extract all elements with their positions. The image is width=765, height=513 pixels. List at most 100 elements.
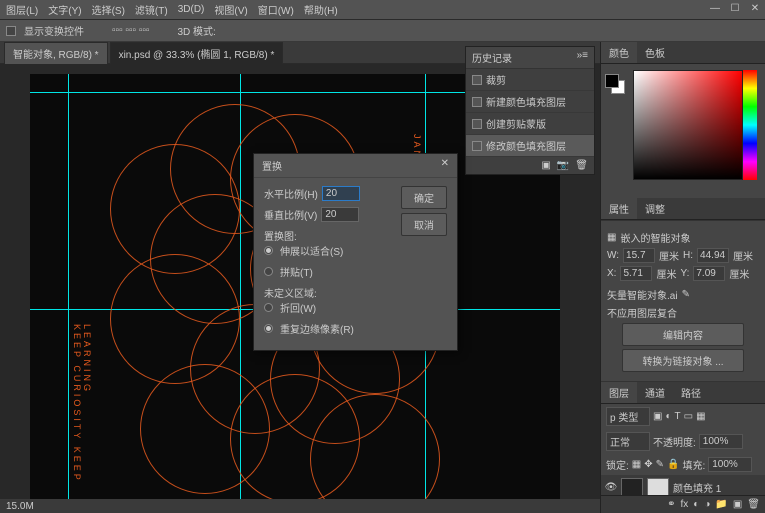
tab-paths[interactable]: 路径 (673, 382, 709, 403)
history-menu-icon[interactable]: »≡ (577, 50, 588, 65)
camera-icon[interactable]: 📷 (557, 160, 569, 171)
convert-link-button[interactable]: 转换为链接对象 ... (622, 349, 744, 372)
history-item[interactable]: 裁剪 (466, 69, 594, 91)
mask-thumb (647, 478, 669, 495)
properties-panel: ▦嵌入的智能对象 W:厘米 H:厘米 X:厘米 Y:厘米 矢量智能对象.ai✎ … (601, 220, 765, 381)
fill-input[interactable]: 100% (708, 457, 752, 472)
menu-view[interactable]: 视图(V) (214, 2, 247, 17)
menu-select[interactable]: 选择(S) (92, 2, 125, 17)
lock-pixel-icon[interactable]: ✎ (656, 459, 664, 470)
status-bar: 15.0M (0, 499, 600, 513)
transform-checkbox[interactable] (6, 26, 16, 36)
group-icon[interactable]: 📁 (715, 499, 727, 510)
color-picker (601, 64, 765, 198)
displace-map-label: 置换图: (264, 228, 393, 243)
doc-tab-1[interactable]: 智能对象, RGB/8) * (4, 42, 108, 64)
history-step-icon (472, 119, 482, 129)
object-type: 嵌入的智能对象 (620, 230, 690, 245)
object-type-icon: ▦ (607, 232, 616, 243)
ok-button[interactable]: 确定 (401, 186, 447, 209)
filter-select[interactable]: p 类型 (606, 407, 650, 426)
filter-text-icon[interactable]: T (675, 411, 681, 422)
comp-note: 不应用图层复合 (607, 305, 677, 320)
eye-icon[interactable]: 👁 (605, 481, 617, 493)
stretch-radio[interactable] (264, 246, 273, 255)
filter-pixel-icon[interactable]: ▣ (653, 411, 662, 422)
dialog-close-icon[interactable]: ✕ (441, 158, 449, 173)
history-item[interactable]: 创建剪贴蒙版 (466, 113, 594, 135)
mask-icon[interactable]: ◐ (693, 499, 699, 510)
filter-smart-icon[interactable]: ▦ (696, 411, 705, 422)
tab-adjust[interactable]: 调整 (637, 198, 673, 219)
undefined-label: 未定义区域: (264, 285, 393, 300)
menu-text[interactable]: 文字(Y) (48, 2, 81, 17)
trash-icon[interactable]: 🗑 (575, 160, 588, 171)
repeat-radio[interactable] (264, 324, 273, 333)
snapshot-icon[interactable]: ▣ (541, 160, 550, 171)
cancel-button[interactable]: 取消 (401, 213, 447, 236)
maximize-button[interactable]: ☐ (729, 2, 741, 14)
dialog-title: 置换 (262, 158, 282, 173)
hscale-label: 水平比例(H) (264, 186, 318, 201)
linked-file: 矢量智能对象.ai (607, 287, 678, 302)
menu-bar: 图层(L) 文字(Y) 选择(S) 滤镜(T) 3D(D) 视图(V) 窗口(W… (0, 0, 765, 20)
y-input[interactable] (693, 266, 725, 281)
width-input[interactable] (623, 248, 655, 263)
link-icon[interactable]: ⚭ (667, 499, 675, 510)
x-input[interactable] (620, 266, 652, 281)
right-panels: 颜色 色板 属性 调整 ▦嵌入的智能对象 W:厘米 H:厘米 X:厘米 Y:厘米… (600, 42, 765, 513)
color-field[interactable] (633, 70, 743, 180)
new-layer-icon[interactable]: ▣ (733, 499, 742, 510)
history-item[interactable]: 新建颜色填充图层 (466, 91, 594, 113)
filter-shape-icon[interactable]: ▭ (684, 411, 693, 422)
history-panel: 历史记录 »≡ 裁剪 新建颜色填充图层 创建剪贴蒙版 修改颜色填充图层 ▣ 📷 … (465, 46, 595, 175)
adjust-icon[interactable]: ◑ (704, 499, 710, 510)
transform-label: 显示变换控件 (24, 23, 84, 38)
opacity-input[interactable]: 100% (699, 434, 743, 449)
menu-3d[interactable]: 3D(D) (178, 4, 205, 15)
history-title: 历史记录 (472, 50, 512, 65)
height-input[interactable] (697, 248, 729, 263)
lock-all-icon[interactable]: ▦ (632, 459, 641, 470)
menu-help[interactable]: 帮助(H) (304, 2, 338, 17)
hscale-input[interactable] (322, 186, 360, 201)
close-button[interactable]: ✕ (749, 2, 761, 14)
lock-pos-icon[interactable]: ✥ (644, 459, 652, 470)
lock-label: 锁定: (606, 457, 629, 472)
status-size: 15.0M (6, 501, 34, 512)
fx-icon[interactable]: fx (681, 499, 689, 510)
foreground-swatch[interactable] (605, 74, 619, 88)
history-step-icon (472, 97, 482, 107)
layers-panel: 图层 通道 路径 p 类型 ▣ ◐ T ▭ ▦ 正常 不透明度: 100% 锁定… (601, 381, 765, 513)
canvas-text-left: KEEP CURIOSITY KEEP LEARNING (72, 324, 92, 499)
fill-label: 填充: (682, 457, 705, 472)
edit-content-button[interactable]: 编辑内容 (622, 323, 744, 346)
opacity-label: 不透明度: (653, 434, 696, 449)
menu-window[interactable]: 窗口(W) (258, 2, 294, 17)
tab-properties[interactable]: 属性 (601, 198, 637, 219)
history-item[interactable]: 修改颜色填充图层 (466, 135, 594, 157)
tab-swatches[interactable]: 色板 (637, 42, 673, 63)
menu-filter[interactable]: 滤镜(T) (135, 2, 168, 17)
hue-slider[interactable] (743, 70, 757, 180)
tab-color[interactable]: 颜色 (601, 42, 637, 63)
doc-tab-2[interactable]: xin.psd @ 33.3% (椭圆 1, RGB/8) * (110, 42, 284, 64)
edit-icon[interactable]: ✎ (682, 289, 690, 300)
menu-layer[interactable]: 图层(L) (6, 2, 38, 17)
delete-icon[interactable]: 🗑 (747, 499, 760, 510)
tab-channels[interactable]: 通道 (637, 382, 673, 403)
layer-row[interactable]: 👁 颜色填充 1 (601, 475, 765, 495)
tile-radio[interactable] (264, 267, 273, 276)
history-step-icon (472, 75, 482, 85)
layer-name: 颜色填充 1 (673, 480, 721, 495)
blend-select[interactable]: 正常 (606, 432, 650, 451)
mode-label: 3D 模式: (177, 23, 215, 38)
lock-icon[interactable]: 🔒 (667, 459, 679, 470)
filter-adjust-icon[interactable]: ◐ (665, 411, 671, 422)
minimize-button[interactable]: — (709, 2, 721, 14)
vscale-label: 垂直比例(V) (264, 207, 317, 222)
vscale-input[interactable] (321, 207, 359, 222)
tab-layers[interactable]: 图层 (601, 382, 637, 403)
wrap-radio[interactable] (264, 303, 273, 312)
options-bar: 显示变换控件 ▫▫▫ ▫▫▫ ▫▫▫ 3D 模式: (0, 20, 765, 42)
